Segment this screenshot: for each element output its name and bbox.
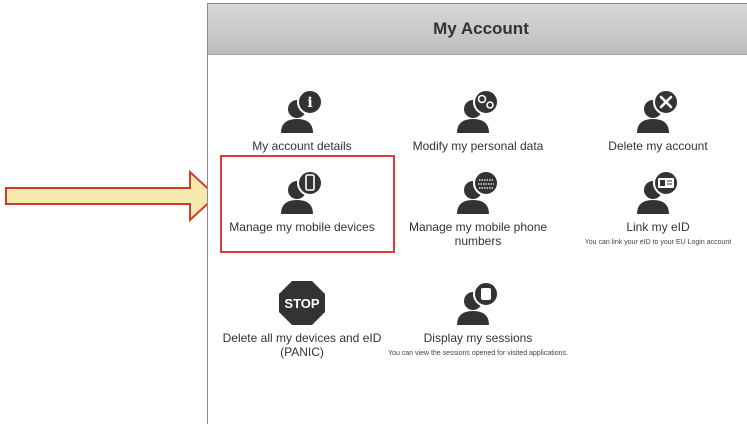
tile-label: Modify my personal data (412, 139, 544, 153)
pointer-arrow-annotation (5, 169, 218, 223)
page-title: My Account (433, 19, 529, 38)
highlight-box-annotation (220, 155, 395, 253)
tile-description: You can link your eID to your EU Login a… (584, 239, 732, 246)
tile-display-sessions[interactable]: Display my sessions You can view the ses… (388, 279, 568, 359)
stop-icon: STOP (279, 281, 325, 325)
tile-delete-all-devices-panic[interactable]: STOP Delete all my devices and eID (PANI… (212, 279, 392, 359)
tile-modify-personal-data[interactable]: Modify my personal data (388, 87, 568, 153)
tile-link-eid[interactable]: Link my eID You can link your eID to you… (568, 168, 747, 248)
tile-label: Link my eID (626, 220, 690, 234)
tile-label: Manage my mobile phone numbers (408, 220, 548, 248)
user-sessions-icon (457, 281, 499, 325)
tile-label: Delete my account (608, 139, 708, 153)
user-phone-number-icon (457, 170, 499, 214)
svg-text:STOP: STOP (284, 296, 319, 311)
panel-header: My Account (208, 4, 747, 55)
user-settings-icon (457, 89, 499, 133)
svg-text:i: i (307, 95, 312, 111)
user-info-icon: i (281, 89, 323, 133)
tile-description: You can view the sessions opened for vis… (388, 350, 568, 357)
tile-label: My account details (252, 139, 352, 153)
tile-delete-account[interactable]: Delete my account (568, 87, 747, 153)
tile-label: Delete all my devices and eID (PANIC) (222, 331, 382, 359)
user-delete-icon (637, 89, 679, 133)
tile-manage-phone-numbers[interactable]: Manage my mobile phone numbers (388, 168, 568, 248)
tile-label: Display my sessions (423, 331, 533, 345)
user-eid-card-icon (637, 170, 679, 214)
tile-my-account-details[interactable]: i My account details (212, 87, 392, 153)
